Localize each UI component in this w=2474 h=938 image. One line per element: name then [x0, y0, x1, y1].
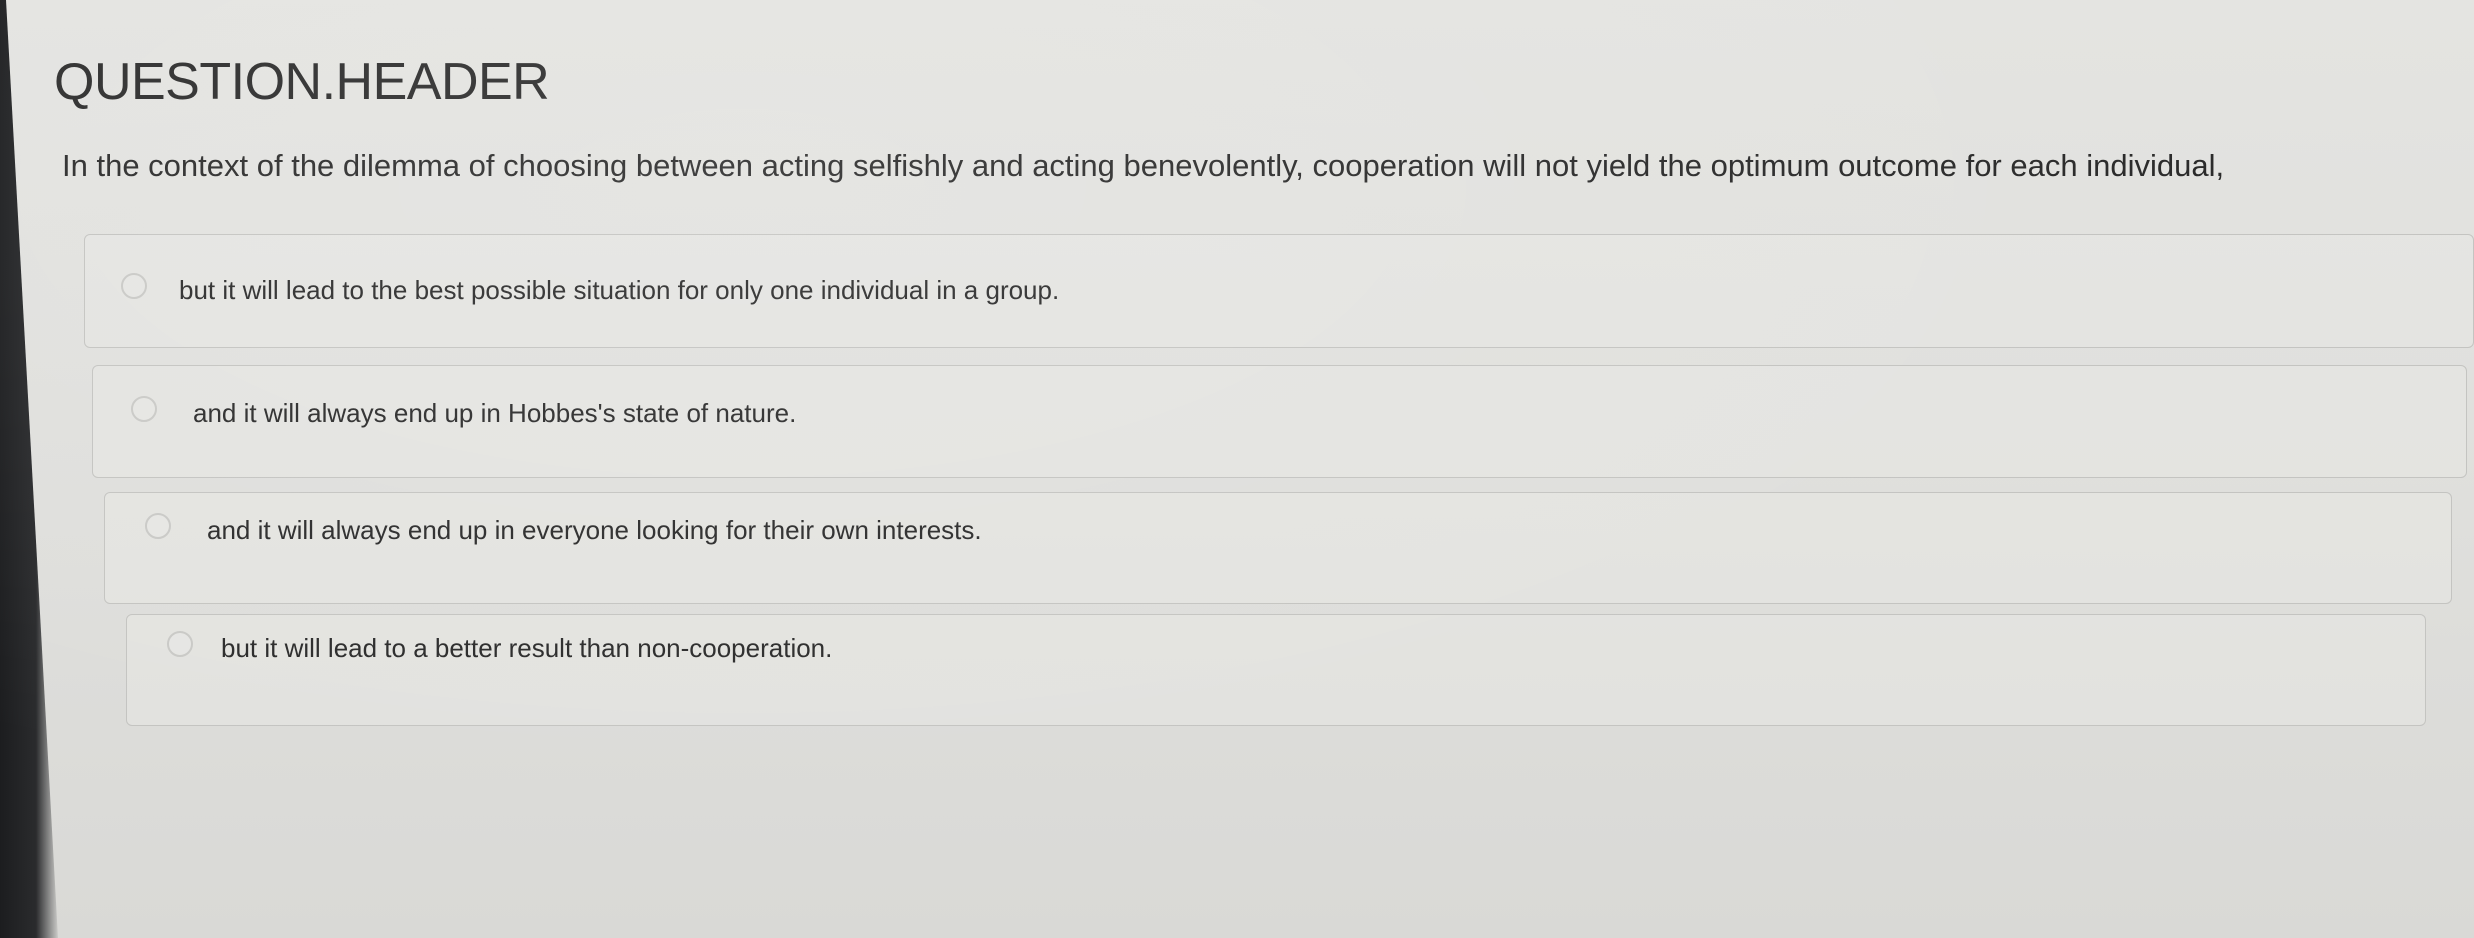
radio-button-icon[interactable]	[145, 513, 171, 539]
radio-button-icon[interactable]	[167, 631, 193, 657]
radio-button-icon[interactable]	[131, 396, 157, 422]
answer-option-4[interactable]: but it will lead to a better result than…	[126, 614, 2426, 726]
answer-option-label: and it will always end up in everyone lo…	[207, 515, 982, 545]
answer-option-label: but it will lead to the best possible si…	[179, 275, 1060, 305]
question-stem: In the context of the dilemma of choosin…	[62, 148, 2225, 183]
answer-option-3[interactable]: and it will always end up in everyone lo…	[104, 492, 2452, 604]
answer-option-2[interactable]: and it will always end up in Hobbes's st…	[92, 365, 2467, 478]
question-header: QUESTION.HEADER	[54, 53, 550, 111]
answer-option-1[interactable]: but it will lead to the best possible si…	[84, 234, 2474, 348]
radio-button-icon[interactable]	[121, 273, 147, 299]
answer-option-label: but it will lead to a better result than…	[221, 633, 833, 663]
monitor-bezel	[0, 0, 58, 938]
answer-option-label: and it will always end up in Hobbes's st…	[193, 398, 797, 428]
